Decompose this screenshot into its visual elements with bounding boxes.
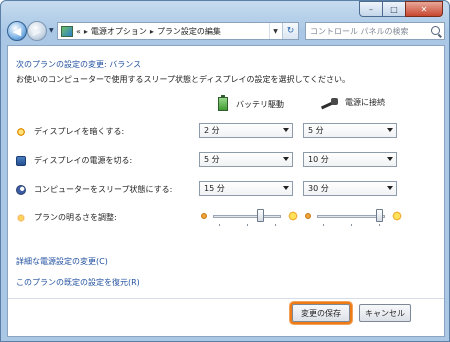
plan-description: お使いのコンピューターで使用するスリープ状態とディスプレイの設定を選択してくださ… <box>16 75 350 84</box>
brightness-label: プランの明るさを調整: <box>34 213 117 222</box>
sleep-icon <box>16 184 26 195</box>
sleep-ac-select[interactable]: 30 分 <box>303 181 397 196</box>
battery-brightness-slider[interactable] <box>201 208 299 226</box>
search-icon[interactable] <box>431 26 440 35</box>
select-value: 2 分 <box>204 126 220 135</box>
high-brightness-icon <box>391 210 403 222</box>
breadcrumb-edit-plan[interactable]: プラン設定の編集 <box>157 26 221 37</box>
chevron-down-icon <box>283 186 289 190</box>
back-button[interactable]: ◀ <box>7 21 27 41</box>
control-panel-window: – □ ✕ ◀ ▶ ▼ « ▸ 電源オプション ▸ プラン設定の編集 ▼ ↻ コ… <box>0 0 450 342</box>
slider-thumb[interactable] <box>376 209 384 222</box>
forward-button[interactable]: ▶ <box>27 21 47 41</box>
slider-tick <box>219 224 220 226</box>
dim-display-battery-select[interactable]: 2 分 <box>199 123 293 138</box>
ac-column-header: 電源に接続 <box>321 97 385 108</box>
close-button[interactable]: ✕ <box>405 1 443 17</box>
slider-tick <box>379 224 380 226</box>
advanced-settings-link[interactable]: 詳細な電源設定の変更(C) <box>16 256 108 267</box>
battery-column-label: バッテリ駆動 <box>236 99 284 109</box>
control-panel-icon <box>61 25 73 37</box>
save-changes-button[interactable]: 変更の保存 <box>292 304 350 322</box>
dim-display-label: ディスプレイを暗くする: <box>34 127 125 136</box>
high-brightness-icon <box>287 210 299 222</box>
chevron-down-icon <box>387 157 393 161</box>
select-value: 5 分 <box>308 126 324 135</box>
chevron-down-icon <box>387 128 393 132</box>
sleep-label: コンピューターをスリープ状態にする: <box>34 185 173 194</box>
display-off-ac-select[interactable]: 10 分 <box>303 152 397 167</box>
select-value: 15 分 <box>204 184 225 193</box>
slider-tick <box>275 224 276 226</box>
select-value: 5 分 <box>204 155 220 164</box>
address-bar[interactable]: « ▸ 電源オプション ▸ プラン設定の編集 ▼ ↻ <box>57 22 299 40</box>
divider <box>8 298 444 299</box>
low-brightness-icon <box>201 213 207 219</box>
recent-pages-dropdown[interactable]: ▼ <box>49 27 54 34</box>
display-off-row: ディスプレイの電源を切る: <box>16 155 132 166</box>
ac-brightness-slider[interactable] <box>305 208 403 226</box>
battery-icon <box>218 95 228 111</box>
sleep-row: コンピューターをスリープ状態にする: <box>16 184 172 195</box>
display-off-battery-select[interactable]: 5 分 <box>199 152 293 167</box>
address-dropdown-icon[interactable]: ▼ <box>269 23 281 39</box>
low-brightness-icon <box>305 213 311 219</box>
brightness-icon <box>16 212 26 223</box>
main-content: 次のプランの設定の変更: バランス お使いのコンピューターで使用するスリープ状態… <box>7 45 445 337</box>
sleep-battery-select[interactable]: 15 分 <box>199 181 293 196</box>
display-off-icon <box>16 155 26 166</box>
chevron-down-icon <box>283 157 289 161</box>
select-value: 30 分 <box>308 184 329 193</box>
refresh-icon[interactable]: ↻ <box>282 23 298 39</box>
restore-defaults-link[interactable]: このプランの既定の設定を復元(R) <box>16 277 140 288</box>
power-plug-icon <box>321 97 339 108</box>
breadcrumb-separator: ▸ <box>149 26 154 36</box>
dim-display-row: ディスプレイを暗くする: <box>16 126 124 137</box>
dim-display-ac-select[interactable]: 5 分 <box>303 123 397 138</box>
select-value: 10 分 <box>308 155 329 164</box>
slider-track[interactable] <box>317 215 385 218</box>
caption-buttons: – □ ✕ <box>359 1 443 17</box>
maximize-button[interactable]: □ <box>382 1 406 17</box>
chevron-down-icon <box>387 186 393 190</box>
minimize-button[interactable]: – <box>359 1 383 17</box>
slider-tick <box>351 224 352 226</box>
ac-column-label: 電源に接続 <box>345 98 385 107</box>
slider-thumb[interactable] <box>256 209 264 222</box>
search-input[interactable]: コントロール パネルの検索 <box>305 22 445 40</box>
breadcrumb-power-options[interactable]: 電源オプション <box>91 26 147 37</box>
chevron-down-icon <box>283 128 289 132</box>
slider-tick <box>247 224 248 226</box>
navigation-bar: ◀ ▶ ▼ « ▸ 電源オプション ▸ プラン設定の編集 ▼ ↻ コントロール … <box>7 20 445 42</box>
brightness-row: プランの明るさを調整: <box>16 212 117 223</box>
slider-track[interactable] <box>213 215 281 218</box>
breadcrumb-overflow[interactable]: « <box>76 27 81 36</box>
breadcrumb-separator: ▸ <box>83 26 88 36</box>
dim-display-icon <box>16 126 26 137</box>
display-off-label: ディスプレイの電源を切る: <box>34 156 133 165</box>
battery-column-header: バッテリ駆動 <box>218 95 284 111</box>
plan-heading: 次のプランの設定の変更: バランス <box>16 60 142 69</box>
slider-tick <box>323 224 324 226</box>
search-placeholder: コントロール パネルの検索 <box>310 26 409 36</box>
cancel-button[interactable]: キャンセル <box>359 304 411 322</box>
